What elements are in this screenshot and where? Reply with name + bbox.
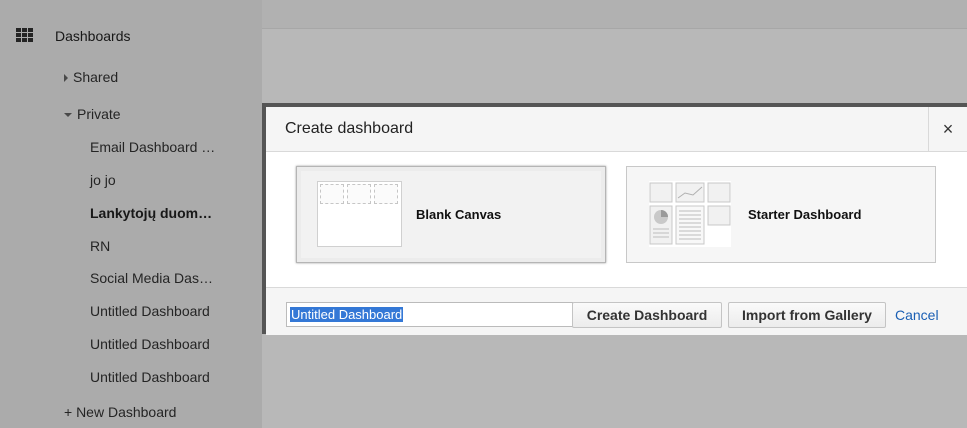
dashboard-name-selected-text: Untitled Dashboard xyxy=(290,307,404,322)
blank-canvas-option[interactable]: Blank Canvas xyxy=(296,166,606,263)
cancel-link[interactable]: Cancel xyxy=(895,307,939,323)
create-dashboard-button[interactable]: Create Dashboard xyxy=(572,302,722,328)
dialog-header: Create dashboard × xyxy=(266,107,967,152)
create-dashboard-dialog: Create dashboard × Blank Canvas Starter … xyxy=(262,103,967,335)
starter-dashboard-option[interactable]: Starter Dashboard xyxy=(626,166,936,263)
blank-canvas-label: Blank Canvas xyxy=(416,207,502,222)
import-from-gallery-button[interactable]: Import from Gallery xyxy=(728,302,886,328)
starter-dashboard-label: Starter Dashboard xyxy=(748,207,862,222)
analytics-page: Dashboards Shared Private Email Dashboar… xyxy=(0,0,967,428)
close-button[interactable]: × xyxy=(928,107,967,151)
blank-canvas-thumbnail xyxy=(317,181,402,247)
starter-dashboard-thumbnail xyxy=(649,181,731,247)
dialog-footer: Untitled Dashboard Create Dashboard Impo… xyxy=(266,287,967,335)
starter-layout-icon xyxy=(649,182,731,245)
close-icon: × xyxy=(942,118,954,139)
dialog-title: Create dashboard xyxy=(285,120,414,137)
